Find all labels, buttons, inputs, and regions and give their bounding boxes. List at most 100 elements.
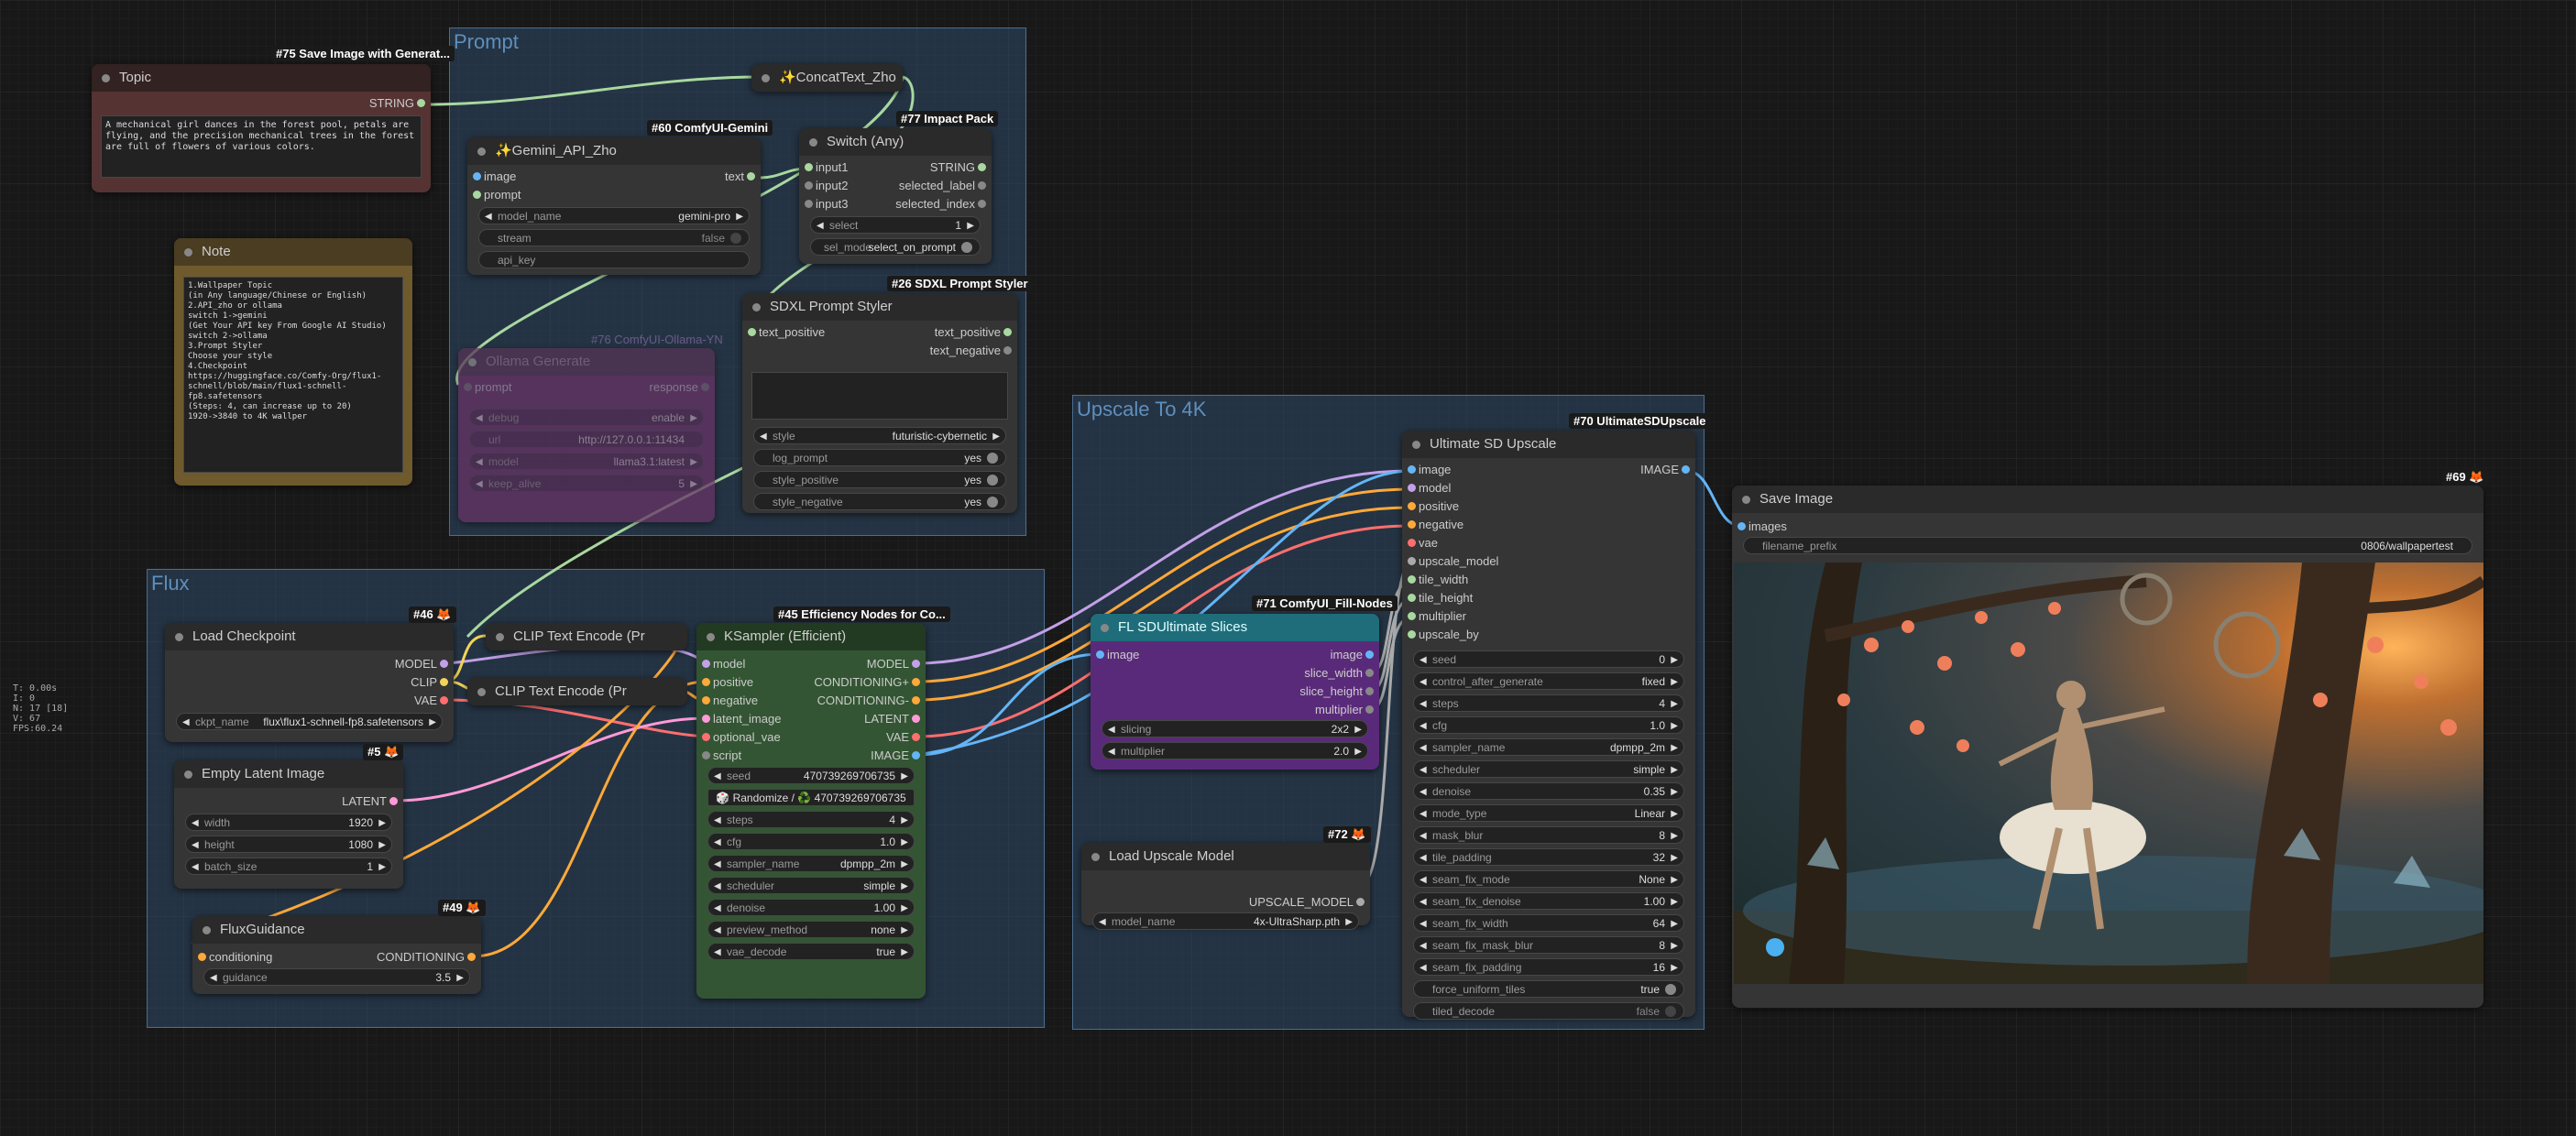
input-conditioning[interactable]: conditioning [197,949,272,966]
arrow-left-icon[interactable]: ◀ [1420,673,1427,689]
node-concat-text[interactable]: ✨ConcatText_Zho [751,64,903,92]
widget-seam-fix-mask-blur[interactable]: ◀ seam_fix_mask_blur 8 ▶ [1413,936,1684,954]
input-prompt[interactable]: prompt [463,379,511,396]
node-ksampler-efficient[interactable]: KSampler (Efficient) model MODEL positive… [696,623,926,999]
arrow-left-icon[interactable]: ◀ [1420,849,1427,865]
input-input3[interactable]: input3 [804,196,848,213]
arrow-right-icon[interactable]: ▶ [1354,721,1362,737]
note-textarea[interactable]: 1.Wallpaper Topic (in Any language/Chine… [183,277,403,473]
widget-width[interactable]: ◀ width 1920 ▶ [185,814,392,831]
toggle-icon[interactable] [730,233,741,244]
arrow-right-icon[interactable]: ▶ [1671,739,1678,755]
output-vae[interactable]: VAE [414,693,449,709]
arrow-left-icon[interactable]: ◀ [714,856,721,871]
input-model[interactable]: model [1407,480,1451,497]
arrow-left-icon[interactable]: ◀ [192,814,199,830]
widget-stream[interactable]: stream false [478,229,750,246]
node-switch-any[interactable]: Switch (Any) input1 STRING input2 selected… [799,128,992,264]
arrow-right-icon[interactable]: ▶ [901,834,908,849]
arrow-left-icon[interactable]: ◀ [1420,761,1427,777]
output-vae[interactable]: VAE [886,729,921,746]
input-image[interactable]: image [472,169,516,185]
output-clip[interactable]: CLIP [411,674,448,691]
output-upscale-model[interactable]: UPSCALE_MODEL [1249,894,1365,911]
arrow-right-icon[interactable]: ▶ [901,812,908,827]
arrow-left-icon[interactable]: ◀ [1420,739,1427,755]
toggle-icon[interactable] [987,453,998,464]
toggle-icon[interactable] [1665,984,1676,995]
node-title[interactable]: CLIP Text Encode (Pr [467,678,687,705]
arrow-right-icon[interactable]: ▶ [1345,913,1353,929]
arrow-left-icon[interactable]: ◀ [1420,717,1427,733]
widget-seed[interactable]: ◀ seed 470739269706735 ▶ [707,767,915,784]
input-negative[interactable]: negative [701,693,758,709]
arrow-left-icon[interactable]: ◀ [485,208,492,224]
node-load-checkpoint[interactable]: Load Checkpoint MODEL CLIP VAE ◀ ckpt_nam… [165,623,454,742]
widget-force-uniform-tiles[interactable]: force_uniform_tiles true [1413,980,1684,998]
widget-slicing[interactable]: ◀ slicing 2x2 ▶ [1102,720,1368,737]
arrow-left-icon[interactable]: ◀ [1420,695,1427,711]
arrow-left-icon[interactable]: ◀ [714,768,721,783]
node-title[interactable]: Empty Latent Image [174,760,403,788]
arrow-left-icon[interactable]: ◀ [1420,827,1427,843]
widget-sampler-name[interactable]: ◀ sampler_name dpmpp_2m ▶ [1413,738,1684,756]
arrow-right-icon[interactable]: ▶ [901,900,908,915]
output-text-positive[interactable]: text_positive [935,324,1013,341]
node-title[interactable]: CLIP Text Encode (Pr [486,623,687,650]
widget-scheduler[interactable]: ◀ scheduler simple ▶ [707,877,915,894]
node-topic[interactable]: Topic STRING A mechanical girl dances in… [92,64,431,192]
input-positive[interactable]: positive [701,674,753,691]
widget-control-after-generate[interactable]: ◀ control_after_generate fixed ▶ [1413,672,1684,690]
node-ultimate-sd-upscale[interactable]: Ultimate SD Upscale IMAGE image model posi… [1402,431,1695,1020]
node-sdxl-prompt-styler[interactable]: SDXL Prompt Styler text_positive text_pos… [742,293,1017,513]
node-ollama-generate[interactable]: Ollama Generate prompt response ◀ debug ena… [458,348,715,522]
arrow-left-icon[interactable]: ◀ [714,922,721,937]
node-title[interactable]: ✨Gemini_API_Zho [467,137,761,165]
node-title[interactable]: Note [174,238,412,266]
input-input1[interactable]: input1 [804,159,848,176]
arrow-left-icon[interactable]: ◀ [1420,959,1427,975]
output-conditioning-plus[interactable]: CONDITIONING+ [814,674,920,691]
input-input2[interactable]: input2 [804,178,848,194]
arrow-right-icon[interactable]: ▶ [378,814,386,830]
output-slice-height[interactable]: slice_height [1299,683,1374,700]
widget-seed[interactable]: ◀ seed 0 ▶ [1413,650,1684,668]
widget-sel-mode[interactable]: sel_mode select_on_prompt [810,238,981,256]
topic-textarea[interactable]: A mechanical girl dances in the forest p… [101,115,422,178]
arrow-left-icon[interactable]: ◀ [210,969,217,985]
input-script[interactable]: script [701,748,741,764]
input-multiplier[interactable]: multiplier [1407,608,1466,625]
node-clip-text-encode-1[interactable]: CLIP Text Encode (Pr [486,623,687,650]
node-empty-latent-image[interactable]: Empty Latent Image LATENT ◀ width 1920 ▶ ◀ h… [174,760,403,889]
widget-batch-size[interactable]: ◀ batch_size 1 ▶ [185,857,392,875]
widget-denoise[interactable]: ◀ denoise 0.35 ▶ [1413,782,1684,800]
output-multiplier[interactable]: multiplier [1315,702,1375,718]
arrow-right-icon[interactable]: ▶ [1671,695,1678,711]
input-optional-vae[interactable]: optional_vae [702,729,781,746]
toggle-icon[interactable] [987,497,998,508]
input-image[interactable]: image [1407,462,1451,478]
widget-style[interactable]: ◀ style futuristic-cybernetic ▶ [753,427,1006,444]
widget-multiplier[interactable]: ◀ multiplier 2.0 ▶ [1102,742,1368,759]
widget-select[interactable]: ◀ select 1 ▶ [810,216,981,234]
randomize-button[interactable]: 🎲 Randomize / ♻️ 470739269706735 [707,789,915,806]
widget-api-key[interactable]: api_key [478,251,750,268]
output-model[interactable]: MODEL [867,656,921,672]
output-conditioning[interactable]: CONDITIONING [377,949,477,966]
arrow-left-icon[interactable]: ◀ [1420,871,1427,887]
output-image[interactable]: IMAGE [871,748,920,764]
node-title[interactable]: Switch (Any) [799,128,992,156]
arrow-left-icon[interactable]: ◀ [182,714,190,729]
toggle-icon[interactable] [961,242,972,253]
widget-filename-prefix[interactable]: filename_prefix 0806/wallpapertest [1743,537,2472,554]
widget-model-name[interactable]: ◀ model_name gemini-pro ▶ [478,207,750,224]
input-positive[interactable]: positive [1407,498,1459,515]
input-text-positive[interactable]: text_positive [747,324,825,341]
widget-url[interactable]: url http://127.0.0.1:11434 [469,431,704,448]
widget-vae-decode[interactable]: ◀ vae_decode true ▶ [707,943,915,960]
arrow-right-icon[interactable]: ▶ [1671,717,1678,733]
widget-style-positive[interactable]: style_positive yes [753,471,1006,488]
node-title[interactable]: Ultimate SD Upscale [1402,431,1695,458]
output-model[interactable]: MODEL [395,656,449,672]
widget-seam-fix-mode[interactable]: ◀ seam_fix_mode None ▶ [1413,870,1684,888]
